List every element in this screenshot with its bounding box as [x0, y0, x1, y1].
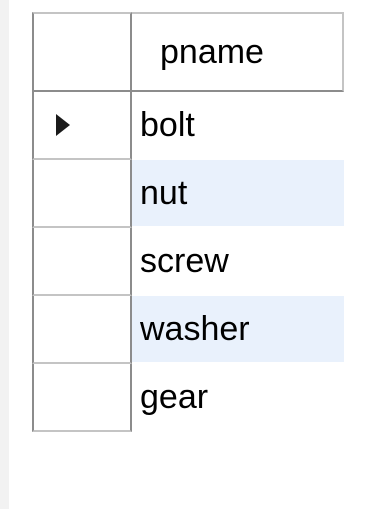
table-row[interactable]: screw — [32, 228, 344, 296]
pname-cell[interactable]: gear — [132, 364, 344, 432]
result-grid[interactable]: pname bolt nut screw washer gear — [32, 12, 344, 432]
header-corner-cell[interactable] — [32, 12, 132, 92]
pname-cell[interactable]: bolt — [132, 92, 344, 160]
result-grid-page: pname bolt nut screw washer gear — [0, 0, 387, 509]
row-selector[interactable] — [32, 228, 132, 296]
pname-cell[interactable]: washer — [132, 296, 344, 364]
column-header-pname[interactable]: pname — [132, 12, 344, 92]
panel-edge — [0, 0, 9, 509]
pname-cell[interactable]: screw — [132, 228, 344, 296]
row-selector[interactable] — [32, 296, 132, 364]
grid-header-row: pname — [32, 12, 344, 92]
table-row[interactable]: gear — [32, 364, 344, 432]
table-row[interactable]: bolt — [32, 92, 344, 160]
row-selector[interactable] — [32, 364, 132, 432]
table-row[interactable]: nut — [32, 160, 344, 228]
current-row-icon — [56, 114, 70, 136]
row-selector[interactable] — [32, 160, 132, 228]
row-selector[interactable] — [32, 92, 132, 160]
pname-cell[interactable]: nut — [132, 160, 344, 228]
table-row[interactable]: washer — [32, 296, 344, 364]
